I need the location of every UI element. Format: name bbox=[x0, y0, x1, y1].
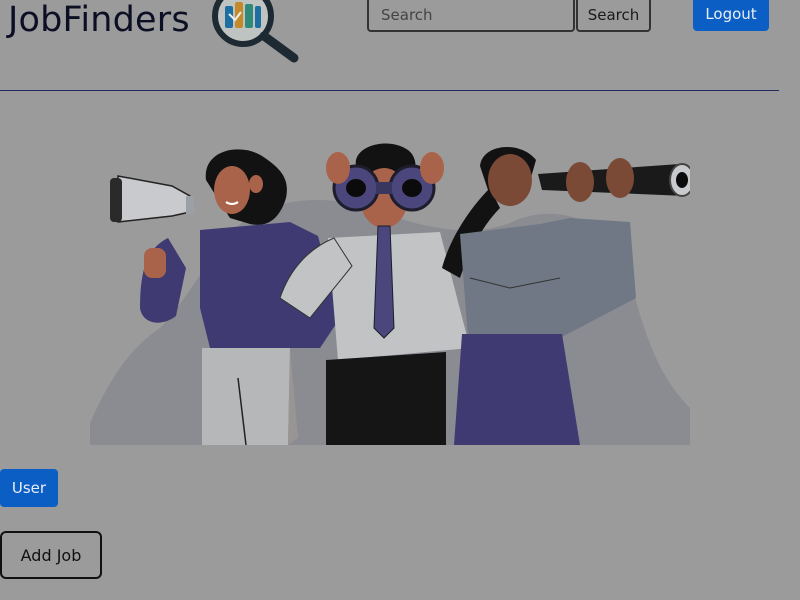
three-people-searching-illustration bbox=[90, 143, 690, 445]
search-button[interactable]: Search bbox=[576, 0, 651, 32]
search-input[interactable] bbox=[367, 0, 575, 32]
add-job-button[interactable]: Add Job bbox=[0, 531, 102, 579]
header-divider bbox=[0, 90, 779, 91]
brand[interactable]: JobFinders bbox=[8, 0, 190, 50]
brand-title: JobFinders bbox=[8, 0, 190, 40]
logout-button[interactable]: Logout bbox=[693, 0, 769, 31]
magnifier-logo-icon bbox=[212, 0, 299, 63]
user-button[interactable]: User bbox=[0, 469, 58, 507]
